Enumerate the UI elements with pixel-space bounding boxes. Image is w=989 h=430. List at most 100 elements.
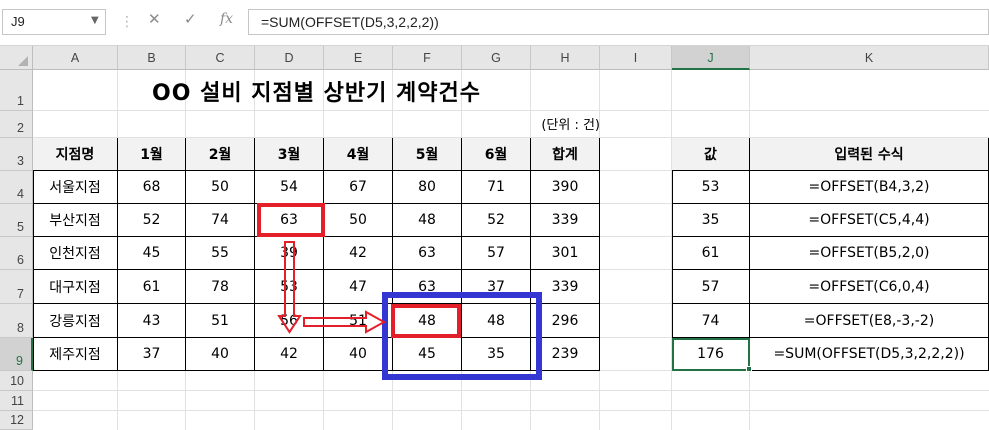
column-header-k[interactable]: K <box>750 46 989 70</box>
column-header-j[interactable]: J <box>672 46 750 70</box>
formula-input[interactable]: =SUM(OFFSET(D5,3,2,2,2)) <box>248 9 989 35</box>
row-header-1[interactable]: 1 <box>0 70 33 111</box>
value-cell[interactable]: 53 <box>672 171 750 204</box>
row-header-11[interactable]: 11 <box>0 391 33 411</box>
highlight-offset-range-box <box>382 292 542 380</box>
column-header-a[interactable]: A <box>33 46 118 70</box>
sheet-title[interactable]: OO 설비 지점별 상반기 계약건수 <box>33 70 600 111</box>
enter-icon[interactable]: ✓ <box>184 10 197 28</box>
row-number: 2 <box>17 121 24 135</box>
row-number: 4 <box>17 187 24 201</box>
row-number: 5 <box>17 220 24 234</box>
table-cell[interactable]: 301 <box>531 237 600 270</box>
formula-cell[interactable]: =OFFSET(B4,3,2) <box>750 171 989 204</box>
column-header-c[interactable]: C <box>186 46 255 70</box>
row-header-12[interactable]: 12 <box>0 411 33 430</box>
chevron-down-icon[interactable]: ▼ <box>91 15 99 26</box>
value-cell[interactable]: 74 <box>672 304 750 338</box>
row-number: 7 <box>17 287 24 301</box>
header-cell[interactable]: 지점명 <box>33 138 118 171</box>
row-header-6[interactable]: 6 <box>0 237 33 270</box>
column-header-e[interactable]: E <box>324 46 393 70</box>
column-header-d[interactable]: D <box>255 46 324 70</box>
row-header-4[interactable]: 4 <box>0 171 33 204</box>
table-cell[interactable]: 인천지점 <box>33 237 118 270</box>
header-cell[interactable]: 5월 <box>393 138 462 171</box>
unit-label[interactable]: (단위 : 건) <box>500 114 600 138</box>
table-cell[interactable]: 52 <box>118 204 186 237</box>
table-cell[interactable]: 제주지점 <box>33 338 118 371</box>
insert-function-icon[interactable]: fx <box>220 11 233 27</box>
header-cell[interactable]: 6월 <box>462 138 531 171</box>
table-cell[interactable]: 78 <box>186 270 255 304</box>
table-cell[interactable]: 71 <box>462 171 531 204</box>
table-cell[interactable]: 68 <box>118 171 186 204</box>
formula-cell[interactable]: =OFFSET(E8,-3,-2) <box>750 304 989 338</box>
formula-cell[interactable]: =OFFSET(B5,2,0) <box>750 237 989 270</box>
table-cell[interactable]: 339 <box>531 204 600 237</box>
header-cell[interactable]: 값 <box>672 138 750 171</box>
value-cell[interactable]: 61 <box>672 237 750 270</box>
table-cell[interactable]: 48 <box>393 204 462 237</box>
table-cell[interactable]: 63 <box>393 237 462 270</box>
select-all-triangle-icon[interactable] <box>18 56 28 66</box>
table-cell[interactable]: 51 <box>186 304 255 338</box>
column-header-h[interactable]: H <box>531 46 600 70</box>
row-number: 1 <box>17 94 24 108</box>
gridline <box>33 390 989 391</box>
select-all-corner[interactable] <box>0 46 33 70</box>
down-arrow-icon <box>277 241 302 334</box>
active-cell-border[interactable] <box>672 338 750 371</box>
formula-cell[interactable]: =OFFSET(C6,0,4) <box>750 270 989 304</box>
table-cell[interactable]: 부산지점 <box>33 204 118 237</box>
column-header-b[interactable]: B <box>118 46 186 70</box>
header-cell[interactable]: 1월 <box>118 138 186 171</box>
header-cell[interactable]: 2월 <box>186 138 255 171</box>
table-cell[interactable]: 45 <box>118 237 186 270</box>
row-number: 3 <box>17 154 24 168</box>
column-header-g[interactable]: G <box>462 46 531 70</box>
row-header-3[interactable]: 3 <box>0 138 33 171</box>
row-header-9[interactable]: 9 <box>0 338 33 371</box>
table-cell[interactable]: 강릉지점 <box>33 304 118 338</box>
row-header-8[interactable]: 8 <box>0 304 33 338</box>
cancel-icon[interactable]: ✕ <box>148 10 161 28</box>
table-cell[interactable]: 서울지점 <box>33 171 118 204</box>
table-cell[interactable]: 67 <box>324 171 393 204</box>
row-header-2[interactable]: 2 <box>0 111 33 138</box>
row-number: 10 <box>10 374 24 388</box>
column-header-f[interactable]: F <box>393 46 462 70</box>
header-cell[interactable]: 입력된 수식 <box>750 138 989 171</box>
table-cell[interactable]: 61 <box>118 270 186 304</box>
table-cell[interactable]: 390 <box>531 171 600 204</box>
table-cell[interactable]: 50 <box>324 204 393 237</box>
header-cell[interactable]: 3월 <box>255 138 324 171</box>
table-cell[interactable]: 43 <box>118 304 186 338</box>
table-cell[interactable]: 50 <box>186 171 255 204</box>
table-cell[interactable]: 80 <box>393 171 462 204</box>
value-cell[interactable]: 35 <box>672 204 750 237</box>
table-cell[interactable]: 52 <box>462 204 531 237</box>
formula-cell[interactable]: =SUM(OFFSET(D5,3,2,2,2)) <box>750 338 989 371</box>
fill-handle[interactable] <box>746 366 752 372</box>
row-number: 12 <box>10 413 24 427</box>
name-box[interactable]: J9 ▼ <box>2 9 106 35</box>
row-header-7[interactable]: 7 <box>0 270 33 304</box>
table-cell[interactable]: 57 <box>462 237 531 270</box>
value-cell[interactable]: 57 <box>672 270 750 304</box>
table-cell[interactable]: 42 <box>255 338 324 371</box>
table-cell[interactable]: 55 <box>186 237 255 270</box>
table-cell[interactable]: 대구지점 <box>33 270 118 304</box>
row-header-5[interactable]: 5 <box>0 204 33 237</box>
right-arrow-icon <box>303 310 387 334</box>
column-header-i[interactable]: I <box>600 46 672 70</box>
table-cell[interactable]: 40 <box>186 338 255 371</box>
table-cell[interactable]: 74 <box>186 204 255 237</box>
formula-cell[interactable]: =OFFSET(C5,4,4) <box>750 204 989 237</box>
header-cell[interactable]: 합계 <box>531 138 600 171</box>
row-header-10[interactable]: 10 <box>0 371 33 391</box>
drag-handle-icon[interactable]: ⋮ <box>120 14 134 30</box>
header-cell[interactable]: 4월 <box>324 138 393 171</box>
table-cell[interactable]: 37 <box>118 338 186 371</box>
table-cell[interactable]: 54 <box>255 171 324 204</box>
